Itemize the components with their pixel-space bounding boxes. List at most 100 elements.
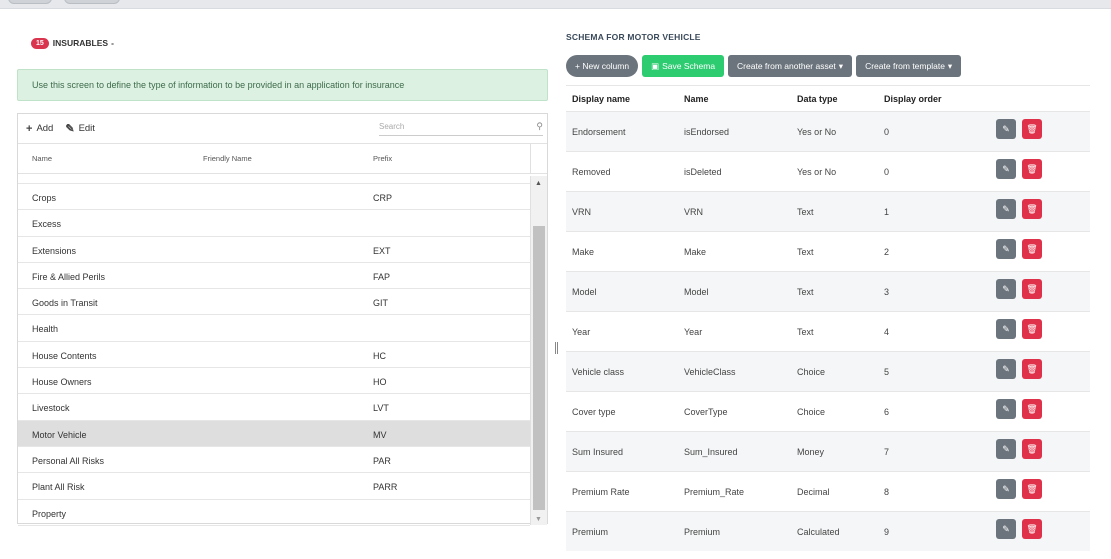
scrollbar-thumb[interactable] <box>533 226 545 510</box>
column-prefix[interactable]: Prefix <box>373 154 392 163</box>
trash-icon: 🗑 <box>1026 443 1038 454</box>
row-display-name: Make <box>572 247 595 257</box>
delete-row-button[interactable]: 🗑 <box>1022 399 1042 419</box>
insurable-row[interactable]: Property <box>18 500 530 526</box>
pencil-icon: ✎ <box>1002 323 1010 334</box>
grid-column-header: Name Friendly Name Prefix <box>18 144 547 174</box>
insurable-name: Goods in Transit <box>32 298 98 309</box>
search-input[interactable]: Search ⚲ <box>379 118 543 136</box>
delete-row-button[interactable]: 🗑 <box>1022 239 1042 259</box>
edit-row-button[interactable]: ✎ <box>996 479 1016 499</box>
insurable-row[interactable]: House Contents HC <box>18 342 530 369</box>
row-name: isEndorsed <box>684 127 730 137</box>
panel-splitter-handle[interactable] <box>555 342 558 354</box>
edit-row-button[interactable]: ✎ <box>996 399 1016 419</box>
row-display-name: Model <box>572 287 597 297</box>
insurable-row[interactable]: House Owners HO <box>18 368 530 395</box>
delete-row-button[interactable]: 🗑 <box>1022 199 1042 219</box>
insurables-header[interactable]: 15 INSURABLES - <box>31 33 548 53</box>
insurable-row[interactable]: Livestock LVT <box>18 394 530 421</box>
edit-row-button[interactable]: ✎ <box>996 319 1016 339</box>
top-pill-button[interactable] <box>64 0 120 4</box>
insurable-row[interactable]: Motor Vehicle MV <box>18 420 530 447</box>
edit-row-button[interactable]: ✎ <box>996 119 1016 139</box>
pencil-icon: ✎ <box>1002 203 1010 214</box>
insurable-row[interactable]: Personal All Risks PAR <box>18 447 530 474</box>
row-display-name: Endorsement <box>572 127 626 137</box>
edit-button[interactable]: ✎ Edit <box>65 122 95 135</box>
chevron-down-icon: ▾ <box>947 60 953 71</box>
column-friendly-name[interactable]: Friendly Name <box>203 154 252 163</box>
pencil-icon: ✎ <box>1002 163 1010 174</box>
trash-icon: 🗑 <box>1026 243 1038 254</box>
insurables-panel: 15 INSURABLES - Use this screen to defin… <box>17 30 548 526</box>
insurable-row[interactable]: Plant All Risk PARR <box>18 473 530 500</box>
list-item[interactable] <box>18 176 530 184</box>
create-from-template-label: Create from template <box>865 61 945 71</box>
delete-row-button[interactable]: 🗑 <box>1022 439 1042 459</box>
delete-row-button[interactable]: 🗑 <box>1022 359 1042 379</box>
edit-row-button[interactable]: ✎ <box>996 159 1016 179</box>
row-name: Year <box>684 327 703 337</box>
scroll-up-icon[interactable]: ▲ <box>535 180 542 187</box>
save-schema-button[interactable]: ▣ Save Schema <box>642 55 725 77</box>
header-scroll-spacer <box>530 144 547 174</box>
row-data-type: Yes or No <box>797 167 837 177</box>
edit-row-button[interactable]: ✎ <box>996 519 1016 539</box>
row-data-type: Decimal <box>797 487 830 497</box>
row-data-type: Calculated <box>797 527 840 537</box>
row-data-type: Choice <box>797 407 826 417</box>
add-button[interactable]: + Add <box>26 123 53 135</box>
insurable-row[interactable]: Crops CRP <box>18 184 530 211</box>
insurable-row[interactable]: Health <box>18 315 530 342</box>
insurable-prefix: FAP <box>373 271 391 282</box>
insurable-prefix: EXT <box>373 245 391 256</box>
insurable-row[interactable]: Extensions EXT <box>18 237 530 263</box>
trash-icon: 🗑 <box>1026 283 1038 294</box>
schema-row: Endorsement isEndorsed Yes or No 0 ✎ 🗑 <box>566 111 1090 151</box>
schema-row: Cover type CoverType Choice 6 ✎ 🗑 <box>566 391 1090 431</box>
plus-icon: + <box>26 122 33 135</box>
schema-row: Vehicle class VehicleClass Choice 5 ✎ 🗑 <box>566 351 1090 391</box>
vertical-scrollbar[interactable]: ▲ ▼ <box>530 176 547 525</box>
delete-row-button[interactable]: 🗑 <box>1022 159 1042 179</box>
delete-row-button[interactable]: 🗑 <box>1022 479 1042 499</box>
insurable-row[interactable]: Excess <box>18 210 530 237</box>
create-from-template-button[interactable]: Create from template ▾ <box>856 55 962 77</box>
insurable-row[interactable]: Goods in Transit GIT <box>18 289 530 316</box>
schema-row: Premium Rate Premium_Rate Decimal 8 ✎ 🗑 <box>566 471 1090 511</box>
pencil-icon: ✎ <box>1002 243 1010 254</box>
scroll-down-icon[interactable]: ▼ <box>535 516 542 523</box>
delete-row-button[interactable]: 🗑 <box>1022 319 1042 339</box>
delete-row-button[interactable]: 🗑 <box>1022 119 1042 139</box>
insurable-name: Plant All Risk <box>32 482 85 493</box>
schema-table-header: Display name Name Data type Display orde… <box>566 85 1090 111</box>
pencil-icon: ✎ <box>1002 523 1010 534</box>
edit-row-button[interactable]: ✎ <box>996 239 1016 259</box>
insurable-prefix: GIT <box>373 298 388 309</box>
new-column-button[interactable]: + New column <box>566 55 639 77</box>
edit-row-button[interactable]: ✎ <box>996 279 1016 299</box>
edit-row-button[interactable]: ✎ <box>996 199 1016 219</box>
edit-label: Edit <box>78 123 95 134</box>
row-name: Premium_Rate <box>684 487 745 497</box>
schema-rows: Endorsement isEndorsed Yes or No 0 ✎ 🗑 Removed… <box>566 111 1090 551</box>
edit-row-button[interactable]: ✎ <box>996 439 1016 459</box>
edit-row-button[interactable]: ✎ <box>996 359 1016 379</box>
info-alert: Use this screen to define the type of in… <box>17 69 548 101</box>
trash-icon: 🗑 <box>1026 523 1038 534</box>
create-from-asset-button[interactable]: Create from another asset ▾ <box>728 55 853 77</box>
search-icon: ⚲ <box>536 121 543 131</box>
row-data-type: Money <box>797 447 825 457</box>
column-name[interactable]: Name <box>32 154 52 163</box>
grid-toolbar: + Add ✎ Edit Search ⚲ <box>18 114 547 144</box>
insurable-row[interactable]: Fire & Allied Perils FAP <box>18 263 530 290</box>
pencil-icon: ✎ <box>1002 283 1010 294</box>
delete-row-button[interactable]: 🗑 <box>1022 519 1042 539</box>
insurable-prefix: HO <box>373 377 387 388</box>
top-pill-button[interactable] <box>8 0 52 4</box>
row-display-order: 1 <box>884 207 890 217</box>
schema-row: VRN VRN Text 1 ✎ 🗑 <box>566 191 1090 231</box>
trash-icon: 🗑 <box>1026 163 1038 174</box>
delete-row-button[interactable]: 🗑 <box>1022 279 1042 299</box>
